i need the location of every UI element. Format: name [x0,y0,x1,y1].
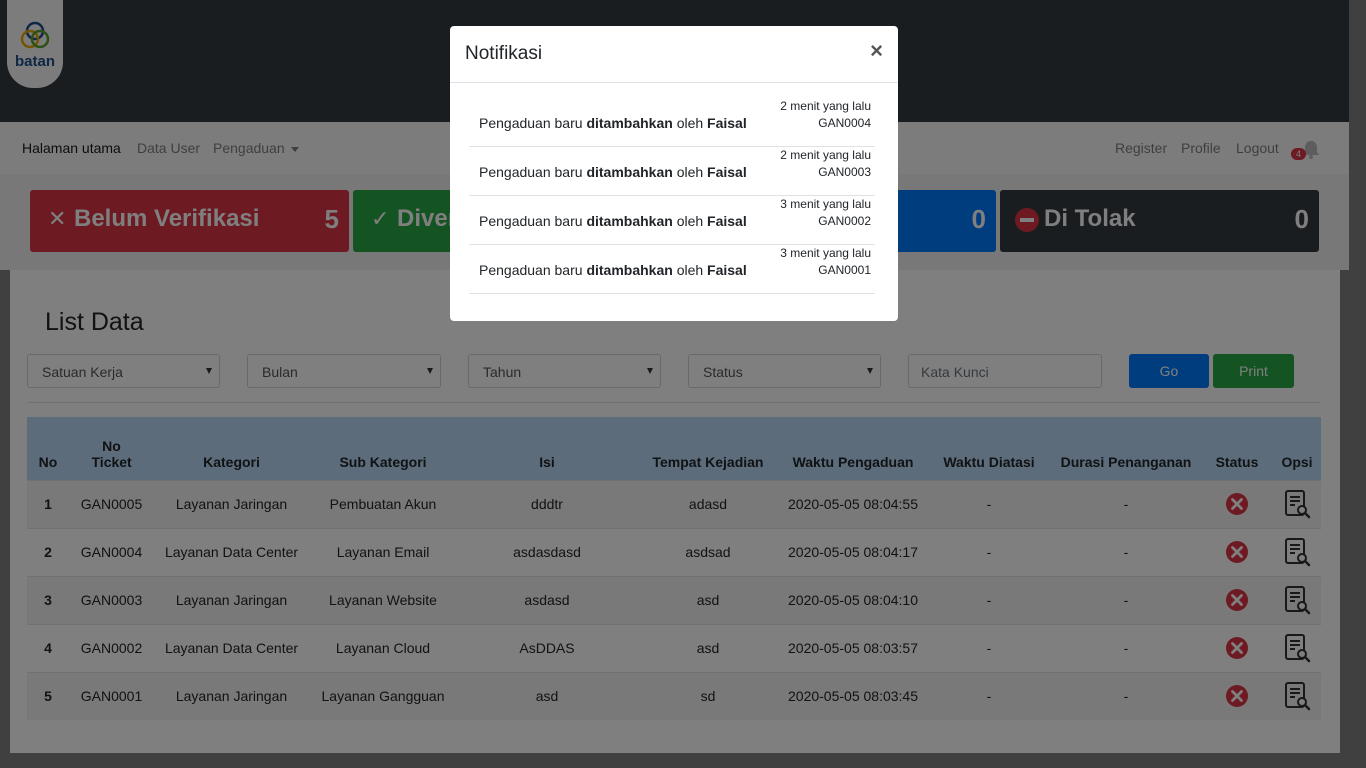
notification-message: Pengaduan baru ditambahkan oleh Faisal [479,213,747,229]
notification-list: Pengaduan baru ditambahkan oleh Faisal 2 … [469,98,875,294]
notification-ticket: GAN0001 [818,263,871,277]
notification-item[interactable]: Pengaduan baru ditambahkan oleh Faisal 3 … [469,196,875,245]
msg-user: Faisal [707,213,747,229]
notification-time: 3 menit yang lalu [780,197,871,211]
notification-ticket: GAN0002 [818,214,871,228]
modal-header: Notifikasi × [450,26,898,83]
msg-by: oleh [676,213,704,229]
notification-ticket: GAN0004 [818,116,871,130]
msg-prefix: Pengaduan baru [479,262,583,278]
msg-by: oleh [676,164,704,180]
msg-by: oleh [676,262,704,278]
msg-prefix: Pengaduan baru [479,115,583,131]
notification-item[interactable]: Pengaduan baru ditambahkan oleh Faisal 2 … [469,98,875,147]
modal-title: Notifikasi [465,43,543,64]
msg-action: ditambahkan [586,262,673,278]
notification-meta: 2 menit yang lalu GAN0004 [780,98,871,132]
notification-ticket: GAN0003 [818,165,871,179]
msg-user: Faisal [707,262,747,278]
notification-message: Pengaduan baru ditambahkan oleh Faisal [479,164,747,180]
msg-prefix: Pengaduan baru [479,164,583,180]
msg-action: ditambahkan [586,213,673,229]
notification-time: 2 menit yang lalu [780,148,871,162]
notification-item[interactable]: Pengaduan baru ditambahkan oleh Faisal 2 … [469,147,875,196]
notification-meta: 2 menit yang lalu GAN0003 [780,147,871,181]
msg-user: Faisal [707,115,747,131]
notification-time: 2 menit yang lalu [780,99,871,113]
msg-by: oleh [676,115,704,131]
notification-message: Pengaduan baru ditambahkan oleh Faisal [479,115,747,131]
notification-time: 3 menit yang lalu [780,246,871,260]
msg-prefix: Pengaduan baru [479,213,583,229]
notification-modal: Notifikasi × Pengaduan baru ditambahkan … [450,26,898,321]
notification-meta: 3 menit yang lalu GAN0001 [780,245,871,279]
msg-action: ditambahkan [586,115,673,131]
notification-item[interactable]: Pengaduan baru ditambahkan oleh Faisal 3 … [469,245,875,294]
close-icon[interactable]: × [870,40,883,62]
msg-action: ditambahkan [586,164,673,180]
notification-meta: 3 menit yang lalu GAN0002 [780,196,871,230]
msg-user: Faisal [707,164,747,180]
notification-message: Pengaduan baru ditambahkan oleh Faisal [479,262,747,278]
